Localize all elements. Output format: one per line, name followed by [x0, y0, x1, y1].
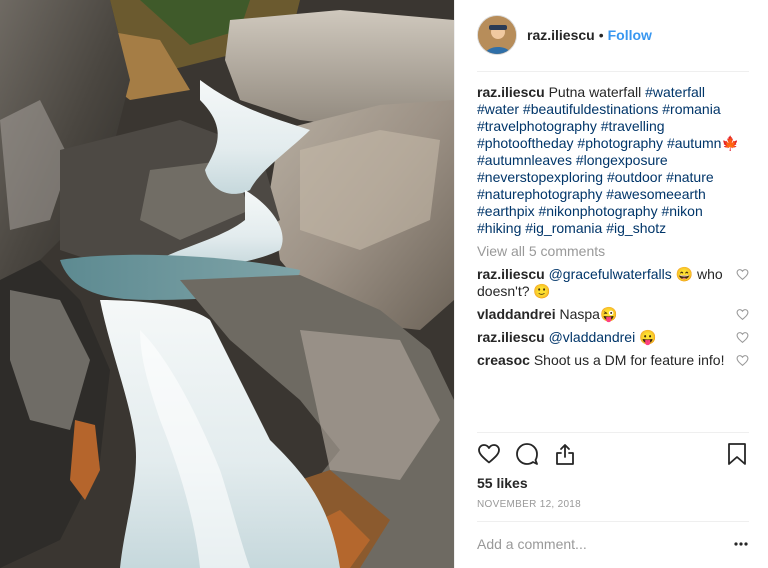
comment-username[interactable]: raz.iliescu: [477, 329, 545, 345]
post-photo[interactable]: [0, 0, 454, 568]
hashtag-link[interactable]: #awesomeearth: [606, 186, 706, 202]
avatar-image: [478, 16, 516, 54]
post-details-panel: raz.iliescu • Follow raz.iliescu Putna w…: [454, 0, 768, 568]
comment-row: vladdandrei Naspa😜: [477, 306, 749, 323]
comment-mention[interactable]: @gracefulwaterfalls: [549, 266, 672, 282]
post-date[interactable]: NOVEMBER 12, 2018: [477, 499, 581, 510]
hashtag-link[interactable]: #hiking: [477, 220, 521, 236]
comment-text: Shoot us a DM for feature info!: [533, 352, 725, 368]
add-comment-input[interactable]: [477, 534, 717, 554]
follow-button[interactable]: Follow: [608, 27, 652, 43]
comment-text: 😛: [639, 329, 657, 345]
comment-username[interactable]: creasoc: [477, 352, 530, 368]
heart-icon[interactable]: [736, 268, 749, 281]
hashtag-link[interactable]: #nikon: [661, 203, 702, 219]
hashtag-link[interactable]: #ig_shotz: [606, 220, 666, 236]
separator-dot: •: [598, 27, 604, 43]
bookmark-icon[interactable]: [725, 442, 749, 466]
more-options-icon[interactable]: [733, 536, 749, 552]
heart-icon[interactable]: [736, 354, 749, 367]
share-icon[interactable]: [553, 442, 577, 466]
hashtag-link[interactable]: #nikonphotography: [538, 203, 657, 219]
caption-username[interactable]: raz.iliescu: [477, 84, 545, 100]
action-bar: [477, 442, 749, 468]
hashtag-link[interactable]: #travelling: [601, 118, 665, 134]
hashtag-link[interactable]: #longexposure: [576, 152, 668, 168]
comments-section: raz.iliescu Putna waterfall #waterfall #…: [477, 84, 749, 369]
comment-icon[interactable]: [515, 442, 539, 466]
hashtag-link[interactable]: #beautifuldestinations: [523, 101, 658, 117]
waterfall-image: [0, 0, 454, 568]
heart-icon[interactable]: [477, 442, 501, 466]
actions-divider: [477, 432, 749, 433]
hashtag-link[interactable]: #photography: [577, 135, 663, 151]
hashtag-link[interactable]: #ig_romania: [525, 220, 602, 236]
avatar[interactable]: [477, 15, 517, 55]
heart-icon[interactable]: [736, 308, 749, 321]
hashtag-link[interactable]: #earthpix: [477, 203, 535, 219]
hashtag-link[interactable]: #waterfall: [645, 84, 705, 100]
hashtag-link[interactable]: #nature: [666, 169, 713, 185]
comment-input-divider: [477, 521, 749, 522]
hashtag-link[interactable]: #photooftheday: [477, 135, 574, 151]
hashtag-link[interactable]: #water: [477, 101, 519, 117]
maple-leaf-emoji: 🍁: [721, 135, 739, 151]
view-all-comments-link[interactable]: View all 5 comments: [477, 243, 749, 260]
hashtag-link[interactable]: #romania: [662, 101, 720, 117]
like-count[interactable]: 55 likes: [477, 475, 528, 491]
comment-row: creasoc Shoot us a DM for feature info!: [477, 352, 749, 369]
caption: raz.iliescu Putna waterfall #waterfall #…: [477, 84, 749, 237]
comment-row: raz.iliescu @gracefulwaterfalls 😄 who do…: [477, 266, 749, 300]
comment-text: Naspa😜: [559, 306, 618, 322]
hashtag-link[interactable]: #neverstopexploring: [477, 169, 603, 185]
hashtag-link[interactable]: #outdoor: [607, 169, 662, 185]
hashtag-link[interactable]: #autumn: [667, 135, 721, 151]
hashtag-link[interactable]: #naturephotography: [477, 186, 602, 202]
hashtag-link[interactable]: #travelphotography: [477, 118, 597, 134]
hashtag-link[interactable]: #autumnleaves: [477, 152, 572, 168]
post-username[interactable]: raz.iliescu: [527, 27, 595, 43]
comment-row: raz.iliescu @vladdandrei 😛: [477, 329, 749, 346]
comment-username[interactable]: raz.iliescu: [477, 266, 545, 282]
comment-username[interactable]: vladdandrei: [477, 306, 556, 322]
comment-mention[interactable]: @vladdandrei: [549, 329, 636, 345]
post-header: raz.iliescu • Follow: [477, 14, 749, 56]
header-divider: [477, 71, 749, 72]
heart-icon[interactable]: [736, 331, 749, 344]
caption-text: Putna waterfall: [548, 84, 642, 100]
